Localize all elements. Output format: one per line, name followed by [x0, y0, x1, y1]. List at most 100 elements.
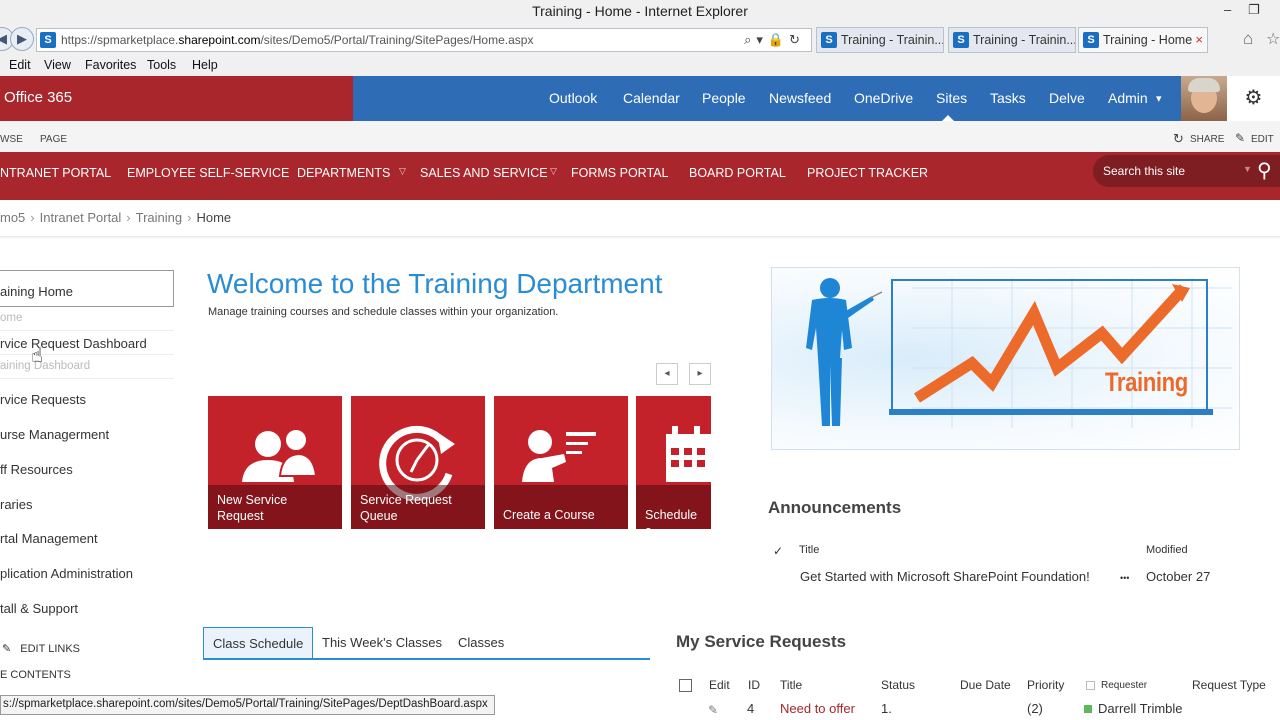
- search-icon[interactable]: ⚲: [1257, 158, 1272, 183]
- col-title[interactable]: Title: [799, 544, 819, 556]
- ribbon-page-tab[interactable]: PAGE: [40, 134, 67, 145]
- leftnav-application-administration[interactable]: plication Administration: [0, 566, 133, 581]
- admin-caret-icon[interactable]: ▾: [1156, 92, 1162, 105]
- col-priority[interactable]: Priority: [1027, 678, 1064, 692]
- edit-links-button[interactable]: ✎ EDIT LINKS: [2, 642, 80, 655]
- leftnav-sub-training-dashboard[interactable]: aining Dashboard: [0, 360, 90, 372]
- close-tab-icon[interactable]: ×: [1195, 28, 1203, 52]
- suite-link-people[interactable]: People: [702, 90, 746, 106]
- edit-links-label: EDIT LINKS: [20, 643, 80, 655]
- avatar[interactable]: [1181, 76, 1227, 121]
- forward-button[interactable]: ▶: [10, 27, 34, 51]
- office365-brand[interactable]: Office 365: [0, 76, 353, 121]
- leftnav-sub-home[interactable]: ome: [0, 312, 22, 324]
- menu-tools[interactable]: Tools: [147, 58, 176, 72]
- nav-departments[interactable]: DEPARTMENTS: [297, 166, 390, 180]
- suite-link-admin[interactable]: Admin: [1108, 90, 1148, 106]
- suite-link-calendar[interactable]: Calendar: [623, 90, 680, 106]
- row-requester[interactable]: Darrell Trimble: [1098, 701, 1183, 716]
- url-path: /sites/Demo5/Portal/Training/SitePages/H…: [260, 33, 533, 47]
- suite-link-newsfeed[interactable]: Newsfeed: [769, 90, 831, 106]
- menu-help[interactable]: Help: [192, 58, 218, 72]
- favorites-star-icon[interactable]: ☆: [1266, 29, 1280, 49]
- sales-caret-icon[interactable]: ▽: [550, 166, 557, 177]
- leftnav-training-home[interactable]: aining Home: [0, 284, 73, 299]
- tile-new-service-request[interactable]: New Service Request: [208, 396, 342, 529]
- site-contents-link[interactable]: E CONTENTS: [0, 669, 71, 681]
- nav-intranet-portal[interactable]: NTRANET PORTAL: [0, 166, 111, 180]
- browser-tab-2[interactable]: S Training - Trainin...: [948, 27, 1076, 53]
- share-button[interactable]: SHARE: [1190, 134, 1224, 145]
- col-status[interactable]: Status: [881, 678, 915, 692]
- divider: [0, 354, 174, 355]
- menu-view[interactable]: View: [44, 58, 71, 72]
- tiles-next-button[interactable]: ▸: [689, 363, 711, 385]
- share-icon[interactable]: ↻: [1173, 131, 1184, 147]
- menu-bar: Edit View Favorites Tools Help: [0, 56, 1280, 76]
- suite-link-onedrive[interactable]: OneDrive: [854, 90, 913, 106]
- breadcrumb-sep: ›: [30, 210, 34, 225]
- address-bar[interactable]: S https://spmarketplace.sharepoint.com/s…: [36, 28, 812, 52]
- departments-caret-icon[interactable]: ▽: [399, 166, 406, 177]
- leftnav-libraries[interactable]: raries: [0, 497, 33, 512]
- tab-classes[interactable]: Classes: [449, 627, 513, 658]
- sharepoint-icon: S: [40, 32, 56, 48]
- col-due-date[interactable]: Due Date: [960, 678, 1011, 692]
- breadcrumb-item[interactable]: Training: [136, 210, 182, 225]
- ribbon-browse-tab[interactable]: WSE: [0, 134, 23, 145]
- leftnav-install-support[interactable]: tall & Support: [0, 601, 78, 616]
- menu-favorites[interactable]: Favorites: [85, 58, 136, 72]
- minimize-button[interactable]: –: [1224, 2, 1231, 17]
- col-edit[interactable]: Edit: [709, 678, 730, 692]
- nav-employee-self-service[interactable]: EMPLOYEE SELF-SERVICE: [127, 166, 289, 180]
- avatar-hair: [1188, 78, 1220, 92]
- browser-tab-3[interactable]: S Training - Home ×: [1078, 27, 1208, 53]
- tile-schedule-class[interactable]: Schedule a: [636, 396, 711, 529]
- item-menu-icon[interactable]: •••: [1120, 573, 1129, 583]
- menu-edit[interactable]: Edit: [9, 58, 31, 72]
- leftnav-sub-service-request-dashboard[interactable]: rvice Request Dashboard: [0, 336, 147, 351]
- tiles-prev-button[interactable]: ◂: [656, 363, 678, 385]
- announcement-link[interactable]: Get Started with Microsoft SharePoint Fo…: [800, 569, 1090, 584]
- select-all-checkbox[interactable]: [679, 679, 692, 692]
- tab-this-weeks-classes[interactable]: This Week's Classes: [313, 627, 451, 658]
- search-input[interactable]: [1103, 161, 1243, 181]
- nav-project-tracker[interactable]: PROJECT TRACKER: [807, 166, 928, 180]
- leftnav-service-requests[interactable]: rvice Requests: [0, 392, 86, 407]
- settings-gear-icon[interactable]: ⚙: [1227, 76, 1280, 121]
- tab-class-schedule[interactable]: Class Schedule: [203, 627, 313, 658]
- breadcrumb-item[interactable]: mo5: [0, 210, 25, 225]
- browser-tab-1[interactable]: S Training - Trainin...: [816, 27, 944, 53]
- leftnav-staff-resources[interactable]: ff Resources: [0, 462, 73, 477]
- col-id[interactable]: ID: [748, 678, 760, 692]
- tile-label: Schedule a: [636, 485, 711, 529]
- search-scope-caret-icon[interactable]: ▼: [1243, 164, 1252, 174]
- nav-board-portal[interactable]: BOARD PORTAL: [689, 166, 786, 180]
- leftnav-course-management[interactable]: urse Managerment: [0, 427, 109, 442]
- home-icon[interactable]: ⌂: [1243, 29, 1253, 49]
- page-subtitle: Manage training courses and schedule cla…: [208, 306, 558, 318]
- nav-forms-portal[interactable]: FORMS PORTAL: [571, 166, 668, 180]
- edit-row-icon[interactable]: ✎: [708, 703, 718, 717]
- breadcrumb-item[interactable]: Intranet Portal: [40, 210, 122, 225]
- tile-create-course[interactable]: Create a Course: [494, 396, 628, 529]
- select-all-check-icon[interactable]: ✓: [773, 544, 783, 558]
- col-requester[interactable]: Requester: [1101, 680, 1147, 691]
- suite-link-delve[interactable]: Delve: [1049, 90, 1085, 106]
- restore-button[interactable]: ❐: [1248, 2, 1260, 18]
- tab-label: Training - Home: [1103, 33, 1192, 47]
- suite-link-tasks[interactable]: Tasks: [990, 90, 1026, 106]
- col-title[interactable]: Title: [780, 678, 802, 692]
- suite-link-sites[interactable]: Sites: [936, 90, 967, 106]
- suite-link-outlook[interactable]: Outlook: [549, 90, 597, 106]
- edit-button[interactable]: EDIT: [1251, 134, 1274, 145]
- breadcrumb-current: Home: [196, 210, 231, 225]
- leftnav-portal-management[interactable]: rtal Management: [0, 531, 98, 546]
- edit-pencil-icon[interactable]: ✎: [1235, 131, 1245, 145]
- nav-sales-and-service[interactable]: SALES AND SERVICE: [420, 166, 548, 180]
- address-tools-icon[interactable]: ⌕▾🔒↻: [744, 29, 805, 51]
- col-modified[interactable]: Modified: [1146, 544, 1188, 556]
- tile-service-request-queue[interactable]: Service Request Queue: [351, 396, 485, 529]
- row-title-link[interactable]: Need to offer: [780, 701, 855, 716]
- col-request-type[interactable]: Request Type: [1192, 678, 1266, 692]
